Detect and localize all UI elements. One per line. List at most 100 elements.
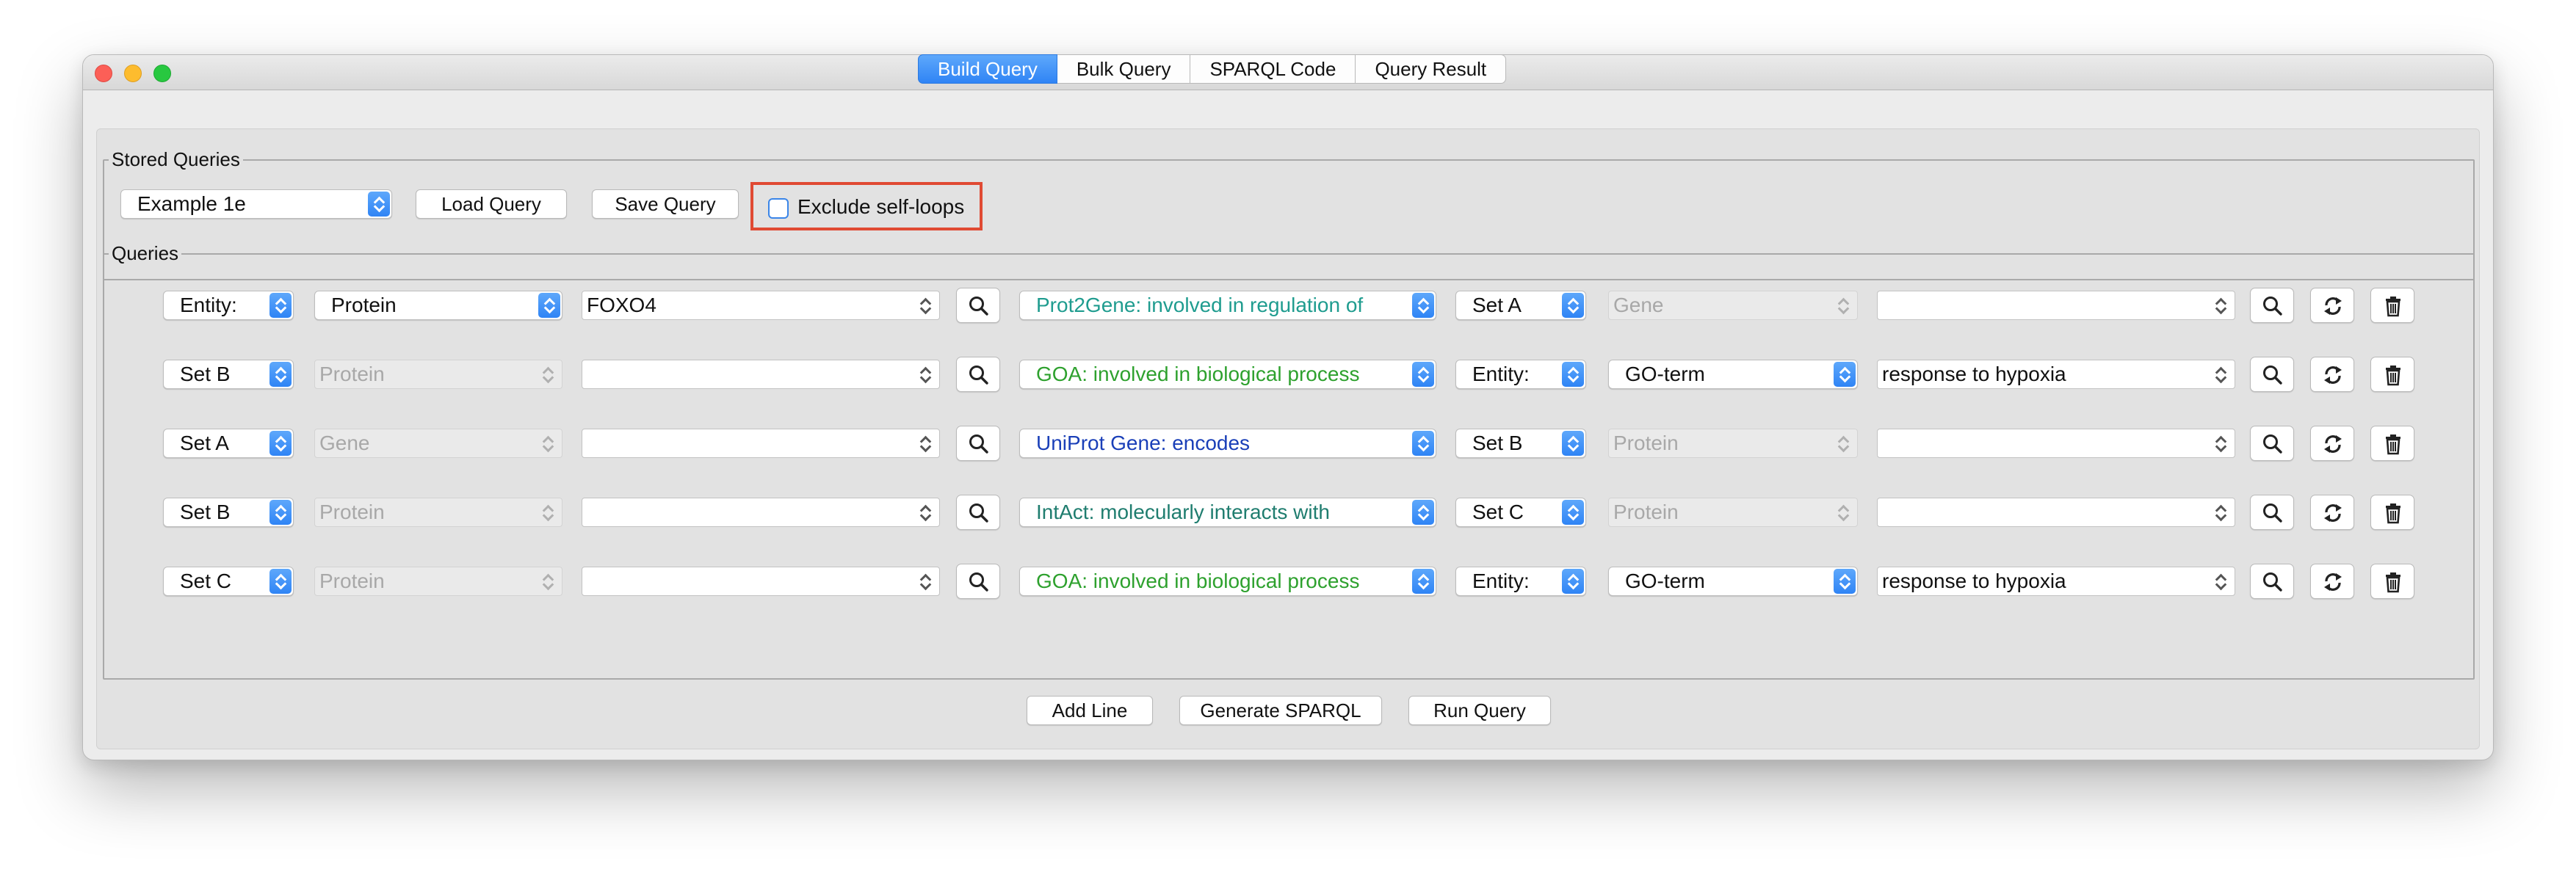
- object-mode-select[interactable]: Set C: [1455, 498, 1586, 527]
- object-value-text: response to hypoxia: [1882, 363, 2066, 385]
- chevron-updown-icon: [1412, 569, 1434, 594]
- subject-value-text: FOXO4: [587, 294, 656, 316]
- relation-select[interactable]: UniProt Gene: encodes: [1019, 429, 1436, 458]
- object-type-select[interactable]: GO-term: [1608, 360, 1858, 389]
- delete-row-button[interactable]: [2370, 495, 2414, 530]
- subject-type-select: Gene: [314, 429, 562, 458]
- subject-search-button[interactable]: [956, 288, 1000, 323]
- object-type-select[interactable]: GO-term: [1608, 567, 1858, 596]
- object-type-value: GO-term: [1625, 363, 1705, 385]
- subject-value-combo[interactable]: [582, 429, 940, 458]
- refresh-row-button[interactable]: [2310, 357, 2354, 392]
- subject-type-select: Protein: [314, 498, 562, 527]
- chevron-updown-icon: [540, 434, 556, 454]
- chevron-updown-icon: [1835, 434, 1851, 454]
- delete-row-button[interactable]: [2370, 564, 2414, 599]
- chevron-updown-icon: [540, 503, 556, 523]
- object-value-combo[interactable]: response to hypoxia: [1877, 567, 2235, 596]
- subject-mode-select[interactable]: Set A: [163, 429, 294, 458]
- subject-value-combo[interactable]: [582, 567, 940, 596]
- exclude-self-loops-label[interactable]: Exclude self-loops: [797, 195, 964, 219]
- tab-sparql-code[interactable]: SPARQL Code: [1190, 54, 1356, 84]
- object-mode-select[interactable]: Entity:: [1455, 567, 1586, 596]
- chevron-updown-icon: [540, 572, 556, 592]
- load-query-button[interactable]: Load Query: [416, 189, 567, 219]
- chevron-updown-icon: [917, 365, 933, 385]
- object-mode-select[interactable]: Entity:: [1455, 360, 1586, 389]
- chevron-updown-icon: [1834, 569, 1856, 594]
- object-mode-select[interactable]: Set A: [1455, 291, 1586, 320]
- chevron-updown-icon: [917, 572, 933, 592]
- relation-value: IntAct: molecularly interacts with: [1036, 501, 1330, 523]
- object-type-value: Gene: [1613, 294, 1664, 316]
- tab-query-result[interactable]: Query Result: [1356, 54, 1507, 84]
- exclude-self-loops-checkbox[interactable]: [768, 198, 789, 219]
- subject-value-combo[interactable]: [582, 360, 940, 389]
- chevron-updown-icon: [1562, 500, 1584, 525]
- object-value-combo[interactable]: [1877, 429, 2235, 458]
- object-mode-select[interactable]: Set B: [1455, 429, 1586, 458]
- object-type-value: Protein: [1613, 432, 1679, 454]
- subject-mode-select[interactable]: Set B: [163, 498, 294, 527]
- chevron-updown-icon: [269, 293, 292, 318]
- object-type-select: Protein: [1608, 498, 1858, 527]
- delete-row-button[interactable]: [2370, 357, 2414, 392]
- relation-select[interactable]: GOA: involved in biological process: [1019, 360, 1436, 389]
- relation-select[interactable]: IntAct: molecularly interacts with: [1019, 498, 1436, 527]
- tab-build-query[interactable]: Build Query: [918, 54, 1057, 84]
- relation-value: Prot2Gene: involved in regulation of: [1036, 294, 1364, 316]
- subject-type-select: Protein: [314, 360, 562, 389]
- chevron-updown-icon: [538, 293, 560, 318]
- chevron-updown-icon: [269, 362, 292, 387]
- chevron-updown-icon: [269, 569, 292, 594]
- subject-search-button[interactable]: [956, 564, 1000, 599]
- subject-type-value: Protein: [319, 570, 385, 592]
- object-type-select: Protein: [1608, 429, 1858, 458]
- refresh-row-button[interactable]: [2310, 288, 2354, 323]
- chevron-updown-icon: [1412, 362, 1434, 387]
- save-query-button[interactable]: Save Query: [592, 189, 739, 219]
- object-type-select: Gene: [1608, 291, 1858, 320]
- object-search-button[interactable]: [2250, 357, 2294, 392]
- subject-mode-select[interactable]: Set C: [163, 567, 294, 596]
- object-search-button[interactable]: [2250, 426, 2294, 461]
- subject-type-select[interactable]: Protein: [314, 291, 562, 320]
- chevron-updown-icon: [917, 503, 933, 523]
- refresh-row-button[interactable]: [2310, 495, 2354, 530]
- chevron-updown-icon: [269, 500, 292, 525]
- add-line-button[interactable]: Add Line: [1027, 696, 1153, 725]
- subject-type-value: Protein: [319, 363, 385, 385]
- chevron-updown-icon: [540, 365, 556, 385]
- chevron-updown-icon: [917, 296, 933, 316]
- object-value-combo[interactable]: [1877, 498, 2235, 527]
- chevron-updown-icon: [917, 434, 933, 454]
- subject-value-combo[interactable]: [582, 498, 940, 527]
- generate-sparql-button[interactable]: Generate SPARQL: [1179, 696, 1382, 725]
- object-value-text: response to hypoxia: [1882, 570, 2066, 592]
- subject-search-button[interactable]: [956, 357, 1000, 392]
- refresh-row-button[interactable]: [2310, 426, 2354, 461]
- object-search-button[interactable]: [2250, 288, 2294, 323]
- refresh-row-button[interactable]: [2310, 564, 2354, 599]
- subject-value-combo[interactable]: FOXO4: [582, 291, 940, 320]
- subject-search-button[interactable]: [956, 426, 1000, 461]
- delete-row-button[interactable]: [2370, 426, 2414, 461]
- stored-query-select[interactable]: Example 1e: [120, 189, 392, 219]
- subject-search-button[interactable]: [956, 495, 1000, 530]
- relation-select[interactable]: GOA: involved in biological process: [1019, 567, 1436, 596]
- object-value-combo[interactable]: [1877, 291, 2235, 320]
- object-search-button[interactable]: [2250, 495, 2294, 530]
- subject-type-value: Protein: [319, 501, 385, 523]
- tab-bar: Build Query Bulk Query SPARQL Code Query…: [918, 54, 1507, 84]
- relation-select[interactable]: Prot2Gene: involved in regulation of: [1019, 291, 1436, 320]
- chevron-updown-icon: [1562, 362, 1584, 387]
- chevron-updown-icon: [1834, 362, 1856, 387]
- subject-mode-select[interactable]: Set B: [163, 360, 294, 389]
- subject-mode-select[interactable]: Entity:: [163, 291, 294, 320]
- object-value-combo[interactable]: response to hypoxia: [1877, 360, 2235, 389]
- tab-bulk-query[interactable]: Bulk Query: [1057, 54, 1191, 84]
- object-type-value: Protein: [1613, 501, 1679, 523]
- object-search-button[interactable]: [2250, 564, 2294, 599]
- delete-row-button[interactable]: [2370, 288, 2414, 323]
- run-query-button[interactable]: Run Query: [1408, 696, 1551, 725]
